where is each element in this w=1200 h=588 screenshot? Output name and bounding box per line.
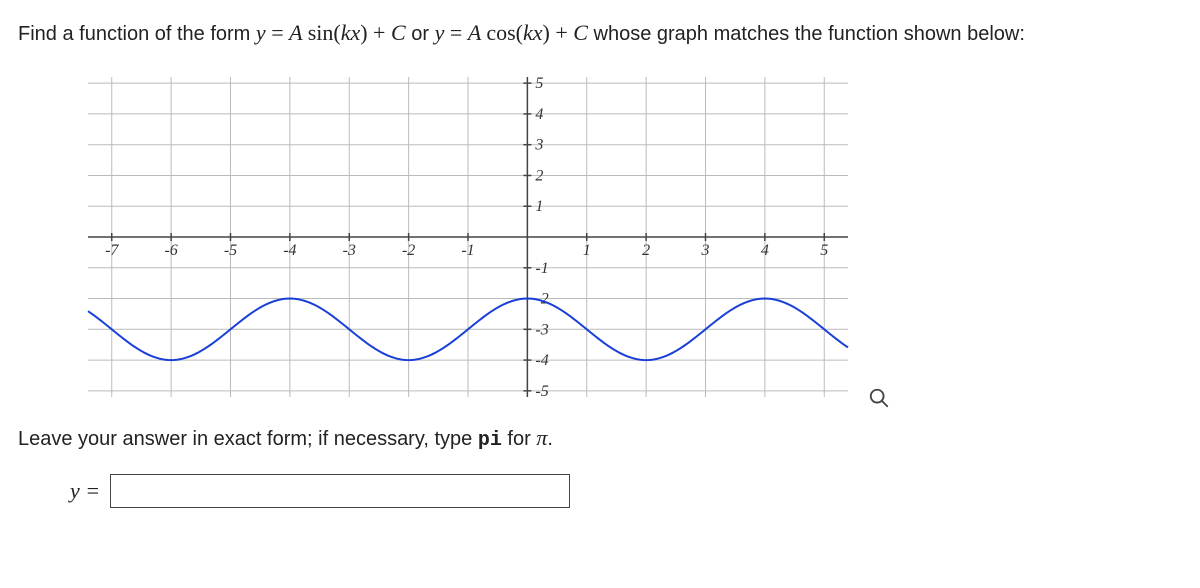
svg-text:-4: -4 (283, 242, 296, 259)
or-text: or (411, 23, 434, 45)
answer-row: y = (70, 474, 1182, 508)
form1-expr: A sin(kx) + C (289, 20, 406, 45)
svg-text:-3: -3 (343, 242, 356, 259)
svg-text:3: 3 (534, 137, 543, 154)
hint-suffix: . (547, 428, 553, 450)
svg-text:-1: -1 (535, 260, 548, 277)
form1-y: y (256, 20, 266, 45)
chart: -7-6-5-4-3-2-112345 -5-4-3-2-112345 (58, 67, 858, 407)
form2-expr: A cos(kx) + C (468, 20, 588, 45)
form2-y: y (435, 20, 445, 45)
svg-text:3: 3 (701, 242, 710, 259)
svg-text:-1: -1 (461, 242, 474, 259)
svg-text:-4: -4 (535, 352, 548, 369)
question-text: Find a function of the form y = A sin(kx… (18, 16, 1182, 49)
question-prefix: Find a function of the form (18, 23, 256, 45)
pi-code: pi (478, 429, 502, 452)
svg-text:-3: -3 (535, 321, 548, 338)
answer-lhs: y = (70, 478, 100, 504)
svg-text:2: 2 (535, 167, 543, 184)
chart-container: -7-6-5-4-3-2-112345 -5-4-3-2-112345 (58, 67, 878, 407)
svg-text:5: 5 (535, 75, 543, 92)
eq1: = (271, 20, 289, 45)
svg-text:4: 4 (535, 106, 543, 123)
question-suffix: whose graph matches the function shown b… (594, 23, 1025, 45)
hint-text: Leave your answer in exact form; if nece… (18, 425, 1182, 452)
svg-text:-5: -5 (224, 242, 237, 259)
svg-text:1: 1 (535, 198, 543, 215)
hint-prefix: Leave your answer in exact form; if nece… (18, 428, 478, 450)
eq2: = (450, 20, 468, 45)
pi-symbol: π (536, 425, 547, 450)
answer-input[interactable] (110, 474, 570, 508)
hint-mid: for (507, 428, 536, 450)
svg-text:-5: -5 (535, 383, 548, 400)
svg-text:2: 2 (642, 242, 650, 259)
svg-text:-2: -2 (402, 242, 415, 259)
svg-text:-6: -6 (164, 242, 177, 259)
svg-text:4: 4 (761, 242, 769, 259)
svg-text:-7: -7 (105, 242, 119, 259)
svg-text:1: 1 (583, 242, 591, 259)
magnify-icon[interactable] (868, 387, 890, 409)
svg-text:5: 5 (820, 242, 828, 259)
